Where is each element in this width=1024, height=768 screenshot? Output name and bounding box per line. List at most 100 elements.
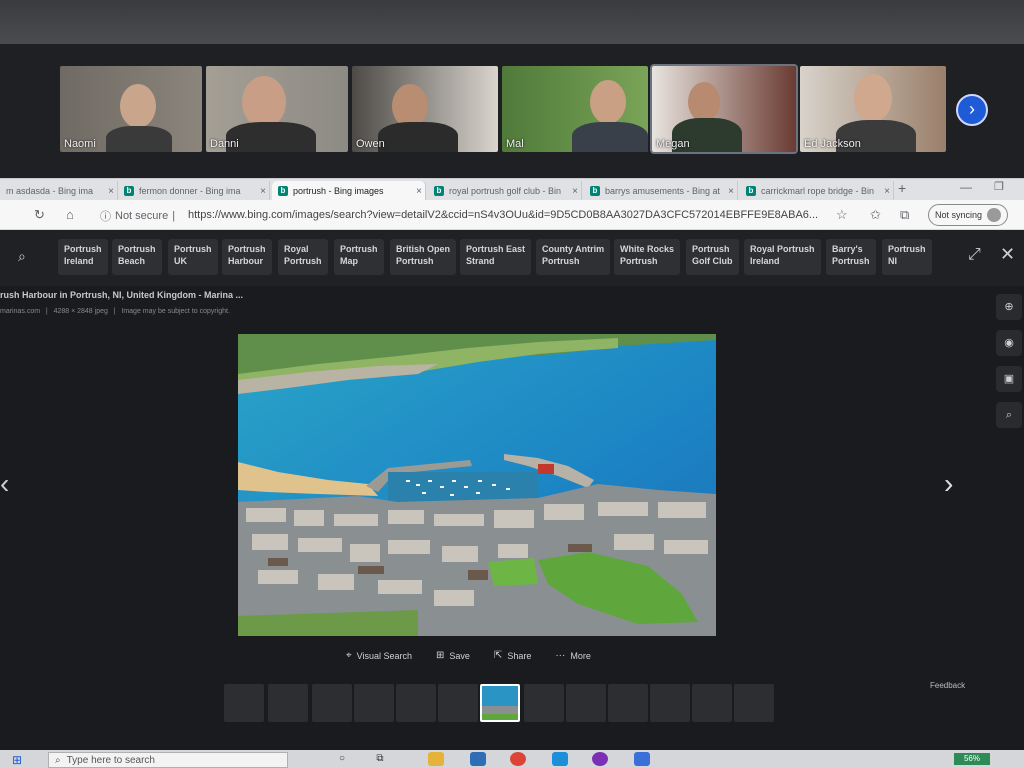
related-search-chip[interactable]: Portrush Map (334, 239, 384, 275)
battery-indicator[interactable]: 56% (954, 753, 990, 765)
chevron-left-icon[interactable]: ‹ (0, 468, 9, 500)
related-search-chip[interactable]: Portrush Harbour (222, 239, 272, 275)
thumbnail[interactable] (438, 684, 478, 722)
cortana-icon[interactable]: ○ (334, 752, 350, 766)
tab-title: fermon donner - Bing ima (139, 186, 241, 196)
thumbnail[interactable] (524, 684, 564, 722)
thumbnail[interactable] (268, 684, 308, 722)
globe-icon[interactable]: ⊕ (996, 294, 1022, 320)
related-search-chip[interactable]: British Open Portrush (390, 239, 457, 275)
browser-tab[interactable]: b fermon donner - Bing ima × (118, 181, 270, 201)
image-dimensions: 4288 × 2848 jpeg (53, 308, 108, 315)
search-icon[interactable]: ⌕ (996, 402, 1022, 428)
thumbnail[interactable] (354, 684, 394, 722)
security-indicator[interactable]: ⓘ Not secure | (100, 208, 175, 224)
favorite-star-icon[interactable]: ☆ (836, 207, 848, 223)
refresh-icon[interactable]: ↻ (34, 207, 45, 223)
taskbar: ⊞ ⌕ Type here to search ○ ⧉ 56% (0, 750, 1024, 768)
more-button[interactable]: ··· More (555, 650, 591, 661)
eye-icon[interactable]: ◉ (996, 330, 1022, 356)
screen: Naomi Danni Owen Mal Megan Ed Jackson › … (0, 0, 1024, 768)
thumbnail[interactable] (734, 684, 774, 722)
close-icon[interactable]: × (257, 186, 269, 197)
image-source[interactable]: marinas.com (0, 308, 40, 315)
minimize-icon[interactable]: — (960, 180, 972, 194)
home-icon[interactable]: ⌂ (66, 207, 74, 222)
save-button[interactable]: ⊞ Save (436, 650, 470, 661)
expand-icon[interactable]: ⤢ (968, 246, 981, 264)
related-search-chip[interactable]: Portrush Ireland (58, 239, 108, 275)
participant-tile[interactable]: Owen (352, 66, 498, 152)
related-search-chip[interactable]: White Rocks Portrush (614, 239, 681, 275)
url-input[interactable] (188, 206, 828, 224)
thumbnail[interactable] (312, 684, 352, 722)
browser-tab[interactable]: m asdasda - Bing ima × (0, 181, 118, 201)
close-icon[interactable]: × (881, 186, 893, 197)
search-icon[interactable]: ⌕ (18, 248, 26, 265)
participant-tile-active[interactable]: Megan (650, 64, 798, 154)
task-view-icon[interactable]: ⧉ (372, 752, 388, 766)
participant-name: Mal (506, 138, 524, 150)
thumbnail[interactable] (396, 684, 436, 722)
close-icon[interactable]: × (105, 186, 117, 197)
profile-sync-button[interactable]: Not syncing (928, 204, 1009, 226)
related-search-chip[interactable]: Portrush UK (168, 239, 218, 275)
feedback-link[interactable]: Feedback (930, 681, 965, 690)
image-icon[interactable]: ▣ (996, 366, 1022, 392)
participant-tile[interactable]: Ed Jackson (800, 66, 946, 152)
participant-tile[interactable]: Naomi (60, 66, 202, 152)
visual-search-button[interactable]: ⌖ Visual Search (346, 650, 412, 661)
chrome-icon[interactable] (510, 752, 526, 766)
browser-tab-active[interactable]: b portrush - Bing images × (272, 181, 426, 201)
image-viewer: ⌕ Portrush Ireland Portrush Beach Portrush… (0, 230, 1024, 750)
chevron-right-icon[interactable]: › (956, 94, 988, 126)
file-explorer-icon[interactable] (428, 752, 444, 766)
warning-icon: ⓘ (100, 211, 111, 223)
restore-icon[interactable]: ❐ (994, 180, 1004, 193)
related-search-chip[interactable]: County Antrim Portrush (536, 239, 611, 275)
skype-icon[interactable] (552, 752, 568, 766)
related-search-chip[interactable]: Portrush East Strand (460, 239, 532, 275)
participant-tile[interactable]: Mal (502, 66, 648, 152)
close-icon[interactable]: ✕ (1000, 244, 1015, 265)
app-icon[interactable] (592, 752, 608, 766)
thumbnail[interactable] (650, 684, 690, 722)
related-search-chip[interactable]: Portrush Beach (112, 239, 162, 275)
monitor-bezel (0, 0, 1024, 44)
chevron-right-icon[interactable]: › (944, 468, 953, 500)
related-search-chip[interactable]: Portrush Golf Club (686, 239, 739, 275)
new-tab-button[interactable]: + (898, 180, 906, 196)
related-search-chip[interactable]: Barry's Portrush (826, 239, 876, 275)
main-image[interactable] (238, 334, 716, 636)
security-label: Not secure (115, 210, 169, 222)
thumbnail[interactable] (692, 684, 732, 722)
thumbnail[interactable] (566, 684, 606, 722)
bing-icon: b (278, 186, 288, 196)
browser-tab[interactable]: b royal portrush golf club - Bin × (428, 181, 582, 201)
image-actions: ⌖ Visual Search ⊞ Save ⇱ Share ··· More (346, 650, 591, 661)
favorites-icon[interactable]: ✩ (870, 207, 881, 223)
related-search-chip[interactable]: Royal Portrush (278, 239, 328, 275)
image-title[interactable]: rush Harbour in Portrush, NI, United Kin… (0, 290, 243, 300)
related-search-chip[interactable]: Royal Portrush Ireland (744, 239, 821, 275)
store-icon[interactable] (634, 752, 650, 766)
related-search-chip[interactable]: Portrush NI (882, 239, 932, 275)
taskbar-search[interactable]: ⌕ Type here to search (48, 752, 288, 768)
participant-tile[interactable]: Danni (206, 66, 348, 152)
participant-name: Owen (356, 138, 385, 150)
mail-icon[interactable] (470, 752, 486, 766)
share-button[interactable]: ⇱ Share (494, 650, 531, 661)
close-icon[interactable]: × (569, 186, 581, 197)
image-meta: marinas.com | 4288 × 2848 jpeg | Image m… (0, 308, 230, 315)
thumbnail-selected[interactable] (480, 684, 520, 722)
thumbnail[interactable] (224, 684, 264, 722)
close-icon[interactable]: × (413, 186, 425, 197)
windows-start-icon[interactable]: ⊞ (12, 753, 22, 767)
thumbnail[interactable] (608, 684, 648, 722)
browser-tab-bar: m asdasda - Bing ima × b fermon donner -… (0, 178, 1024, 201)
collections-icon[interactable]: ⧉ (900, 207, 909, 223)
browser-tab[interactable]: b barrys amusements - Bing at × (584, 181, 738, 201)
close-icon[interactable]: × (725, 186, 737, 197)
participant-name: Megan (656, 138, 690, 150)
browser-tab[interactable]: b carrickmarl rope bridge - Bin × (740, 181, 894, 201)
